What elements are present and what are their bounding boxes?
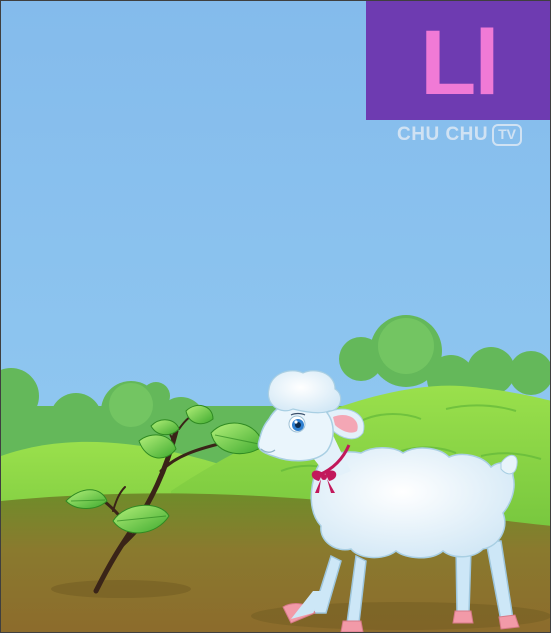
letter-heading: Ll <box>420 11 500 114</box>
letter-card: Ll <box>366 1 550 120</box>
tv-badge: TV <box>492 124 522 146</box>
channel-watermark: CHU CHU TV <box>397 124 522 146</box>
watermark-brand: CHU CHU <box>397 124 489 145</box>
illustration-scene: Ll CHU CHU TV <box>0 0 551 633</box>
